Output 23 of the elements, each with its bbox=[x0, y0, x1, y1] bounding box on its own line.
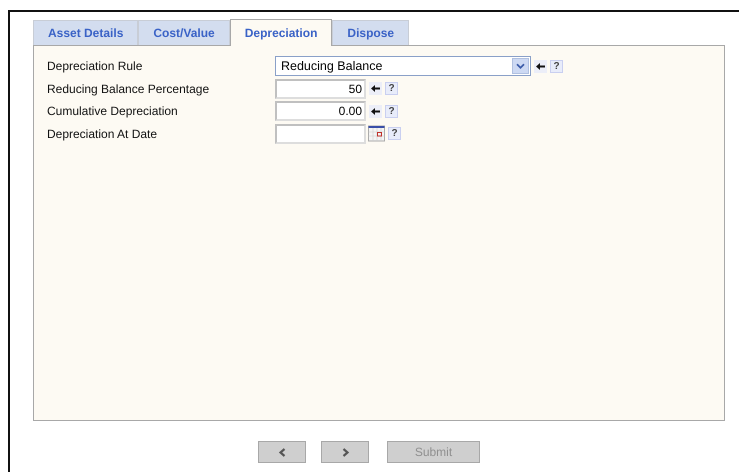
left-arrow-icon[interactable] bbox=[534, 60, 547, 73]
rule-dropdown[interactable]: Reducing Balance bbox=[275, 56, 531, 76]
field-label: Depreciation Rule bbox=[47, 59, 144, 74]
input-field[interactable]: 0.00 bbox=[275, 101, 366, 122]
field-label: Cumulative Depreciation bbox=[47, 104, 179, 118]
help-button[interactable]: ? bbox=[385, 104, 398, 118]
left-arrow-icon[interactable] bbox=[369, 104, 382, 118]
calendar-icon[interactable] bbox=[368, 125, 385, 142]
help-button[interactable]: ? bbox=[550, 60, 563, 73]
field-label: Reducing Balance Percentage bbox=[47, 82, 210, 96]
date-field[interactable] bbox=[275, 124, 366, 144]
field-label: Depreciation At Date bbox=[47, 126, 158, 141]
help-button[interactable]: ? bbox=[385, 82, 398, 96]
tab[interactable]: Cost/Value bbox=[138, 20, 230, 45]
left-arrow-icon[interactable] bbox=[369, 82, 382, 96]
input-field[interactable]: 50 bbox=[275, 78, 366, 99]
tab[interactable]: Asset Details bbox=[33, 20, 138, 45]
tab[interactable]: Dispose bbox=[332, 20, 410, 45]
chevron-left-icon bbox=[278, 448, 286, 456]
tab[interactable]: Depreciation bbox=[230, 19, 332, 46]
caret-icon[interactable] bbox=[512, 58, 529, 74]
chevron-right-icon bbox=[340, 448, 350, 456]
help-button[interactable]: ? bbox=[388, 127, 401, 140]
